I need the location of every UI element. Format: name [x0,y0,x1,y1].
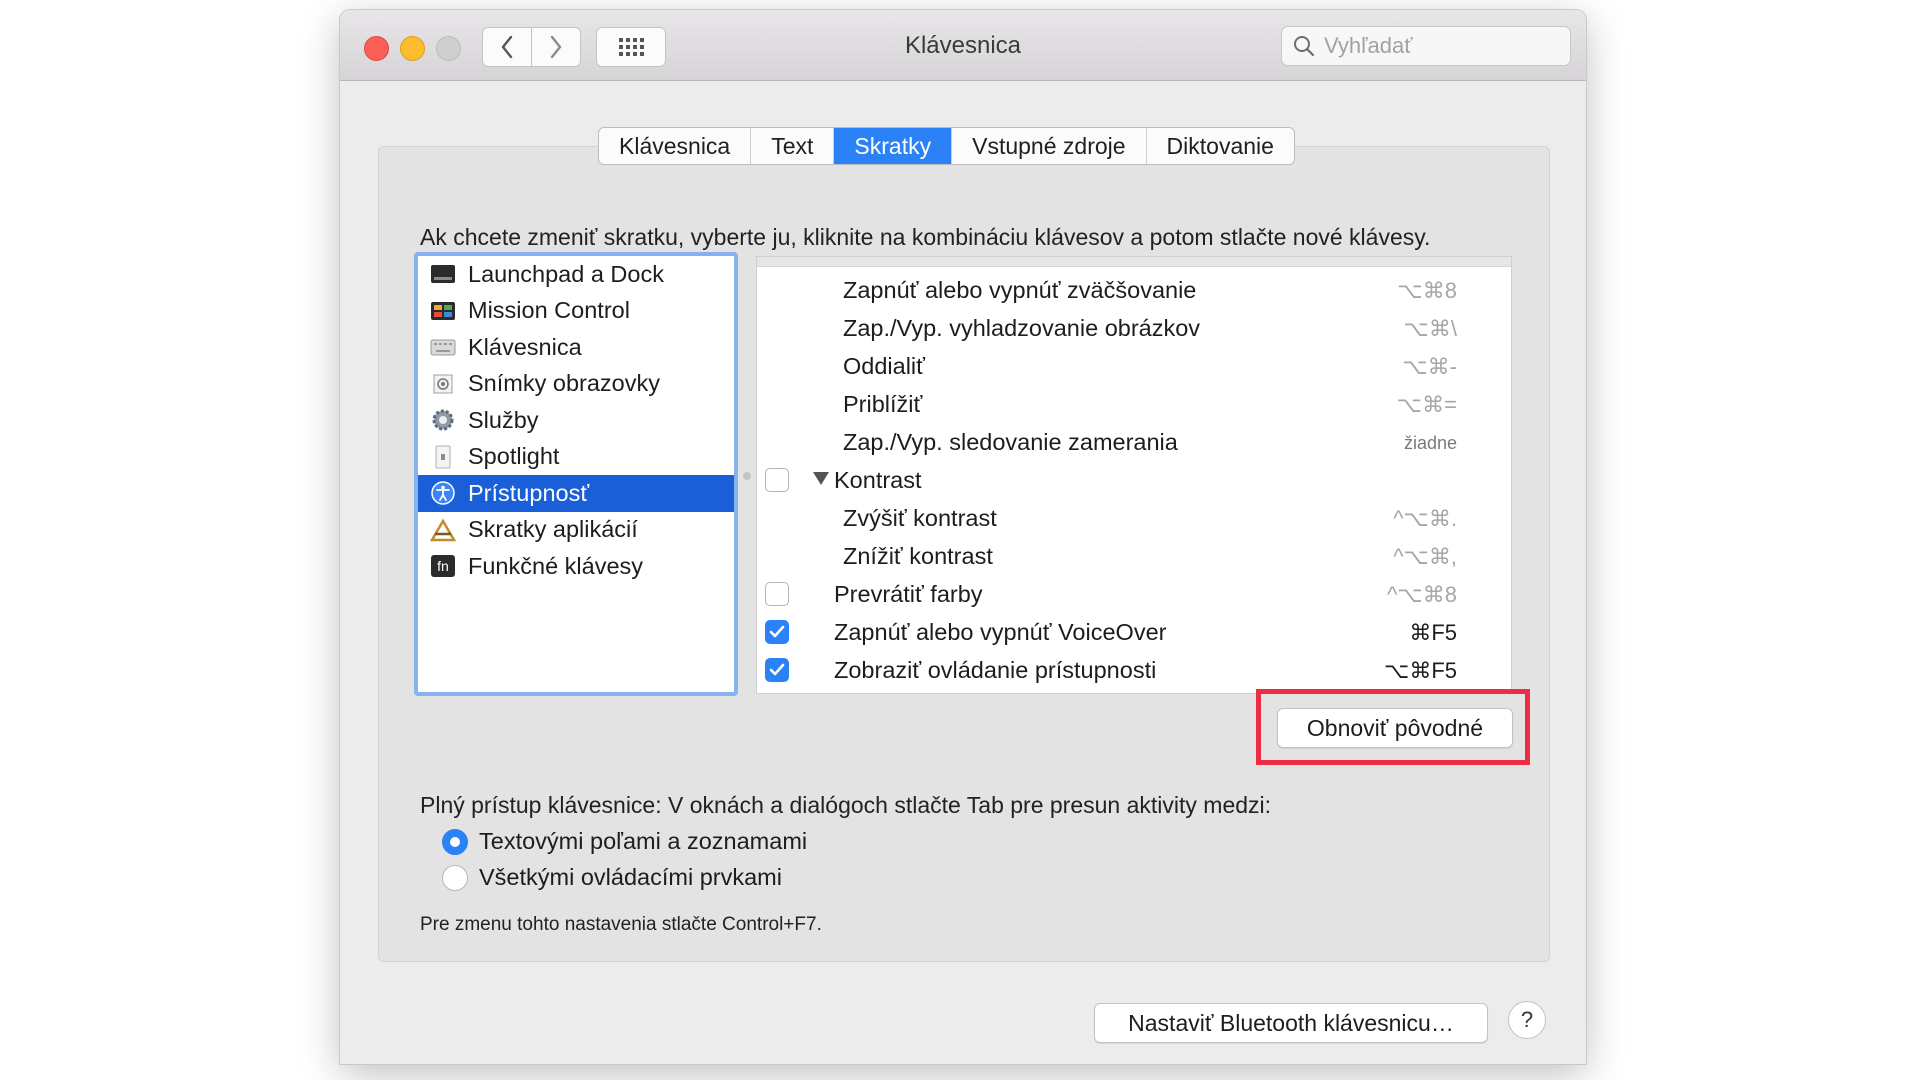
shortcut-row[interactable]: Zapnúť alebo vypnúť zväčšovanie ⌥⌘8 [757,271,1511,309]
shortcut-key[interactable]: ⌥⌘\ [1404,316,1457,342]
list-scroll-edge [757,257,1511,267]
radio-option-text-fields[interactable]: Textovými poľami a zoznamami [442,828,807,855]
setup-bluetooth-keyboard-button[interactable]: Nastaviť Bluetooth klávesnicu… [1094,1003,1488,1043]
shortcut-label: Zapnúť alebo vypnúť VoiceOver [834,619,1167,645]
radio-option-all-controls[interactable]: Všetkými ovládacími prvkami [442,864,782,891]
shortcut-label: Zapnúť alebo vypnúť zväčšovanie [843,277,1197,303]
search-field[interactable] [1281,26,1571,66]
shortcut-label: Priblížiť [843,391,923,417]
category-label: Služby [468,406,539,433]
tab-diktovanie[interactable]: Diktovanie [1147,128,1294,164]
tab-skratky[interactable]: Skratky [834,128,953,164]
category-item-mission-control[interactable]: Mission Control [418,293,734,330]
category-item-screenshots[interactable]: Snímky obrazovky [418,366,734,403]
spotlight-icon [430,445,456,469]
split-view-handle[interactable] [743,472,751,480]
shortcut-row[interactable]: Priblížiť ⌥⌘= [757,385,1511,423]
radio-button[interactable] [442,828,468,855]
search-input[interactable] [1322,32,1566,60]
shortcut-row[interactable]: Oddialiť ⌥⌘- [757,347,1511,385]
shortcut-key[interactable]: ⌥⌘F5 [1384,658,1457,684]
app-shortcuts-icon [430,518,456,542]
shortcut-key[interactable]: ^⌥⌘. [1393,506,1457,532]
shortcut-row[interactable]: Zap./Vyp. sledovanie zamerania žiadne [757,423,1511,461]
titlebar: Klávesnica [340,10,1586,81]
category-label: Mission Control [468,297,630,324]
shortcut-key[interactable]: ^⌥⌘, [1393,544,1457,570]
instruction-text: Ak chcete zmeniť skratku, vyberte ju, kl… [420,224,1431,250]
mission-control-icon [430,299,456,323]
shortcut-key[interactable]: ^⌥⌘8 [1387,582,1457,608]
shortcut-row[interactable]: Zvýšiť kontrast ^⌥⌘. [757,499,1511,537]
shortcut-label: Zobraziť ovládanie prístupnosti [834,657,1157,683]
category-item-keyboard[interactable]: Klávesnica [418,329,734,366]
fn-key-icon: fn [430,554,456,578]
category-item-launchpad[interactable]: Launchpad a Dock [418,256,734,293]
shortcut-row[interactable]: Zobraziť ovládanie prístupnosti ⌥⌘F5 [757,651,1511,689]
search-icon [1294,36,1315,57]
category-item-app-shortcuts[interactable]: Skratky aplikácií [418,512,734,549]
category-label: Launchpad a Dock [468,260,664,287]
radio-label: Textovými poľami a zoznamami [479,828,808,854]
tab-klavesnica[interactable]: Klávesnica [599,128,752,164]
checkmark-icon [769,663,785,676]
shortcut-key[interactable]: ⌥⌘- [1402,354,1457,380]
category-item-services[interactable]: Služby [418,402,734,439]
hint-text: Pre zmenu tohto nastavenia stlačte Contr… [420,914,822,935]
category-item-function-keys[interactable]: fn Funkčné klávesy [418,548,734,585]
shortcut-checkbox[interactable] [765,468,789,492]
shortcut-key[interactable]: ⌥⌘8 [1397,278,1457,304]
shortcut-label: Zap./Vyp. sledovanie zamerania [843,429,1178,455]
accessibility-icon [430,481,456,505]
launchpad-icon [430,262,456,286]
category-label: Funkčné klávesy [468,552,644,579]
category-item-spotlight[interactable]: Spotlight [418,439,734,476]
shortcut-checkbox[interactable] [765,582,789,606]
shortcut-checkbox[interactable] [765,620,789,644]
help-button[interactable]: ? [1508,1001,1546,1039]
shortcut-group-row[interactable]: Kontrast [757,461,1511,499]
shortcut-label: Prevrátiť farby [834,581,983,607]
category-item-accessibility[interactable]: Prístupnosť [418,475,734,512]
tab-bar: Klávesnica Text Skratky Vstupné zdroje D… [598,127,1295,165]
shortcut-key[interactable]: ⌘F5 [1409,620,1457,646]
tab-vstupne-zdroje[interactable]: Vstupné zdroje [952,128,1147,164]
category-label: Skratky aplikácií [468,516,638,543]
radio-button[interactable] [442,864,468,891]
category-label: Prístupnosť [468,479,590,506]
shortcut-label: Oddialiť [843,353,925,379]
gear-icon [430,408,456,432]
shortcut-label: Znížiť kontrast [843,543,993,569]
shortcut-key[interactable]: ⌥⌘= [1397,392,1457,418]
shortcut-row[interactable]: Znížiť kontrast ^⌥⌘, [757,537,1511,575]
svg-text:fn: fn [437,558,449,574]
highlight-annotation [1256,689,1530,765]
checkmark-icon [769,625,785,638]
keyboard-access-text: Plný prístup klávesnice: V oknách a dial… [420,792,1272,818]
screenshot-icon [430,372,456,396]
category-list[interactable]: Launchpad a Dock Mission Control Klávesn… [414,252,738,696]
keyboard-icon [430,335,456,359]
shortcut-key[interactable]: žiadne [1404,433,1457,454]
preferences-window: Klávesnica Klávesnica Text Skratky Vstup… [340,10,1586,1064]
category-label: Snímky obrazovky [468,370,660,397]
shortcut-group-label: Kontrast [834,467,922,493]
category-label: Klávesnica [468,333,582,360]
category-label: Spotlight [468,443,560,470]
shortcut-label: Zvýšiť kontrast [843,505,997,531]
disclosure-triangle-icon[interactable] [813,472,829,485]
shortcut-checkbox[interactable] [765,658,789,682]
tab-text[interactable]: Text [751,128,835,164]
shortcut-label: Zap./Vyp. vyhladzovanie obrázkov [843,315,1201,341]
shortcut-row[interactable]: Prevrátiť farby ^⌥⌘8 [757,575,1511,613]
shortcut-row[interactable]: Zapnúť alebo vypnúť VoiceOver ⌘F5 [757,613,1511,651]
radio-label: Všetkými ovládacími prvkami [479,864,782,890]
shortcut-list[interactable]: Zapnúť alebo vypnúť zväčšovanie ⌥⌘8 Zap.… [756,256,1512,694]
shortcut-row[interactable]: Zap./Vyp. vyhladzovanie obrázkov ⌥⌘\ [757,309,1511,347]
